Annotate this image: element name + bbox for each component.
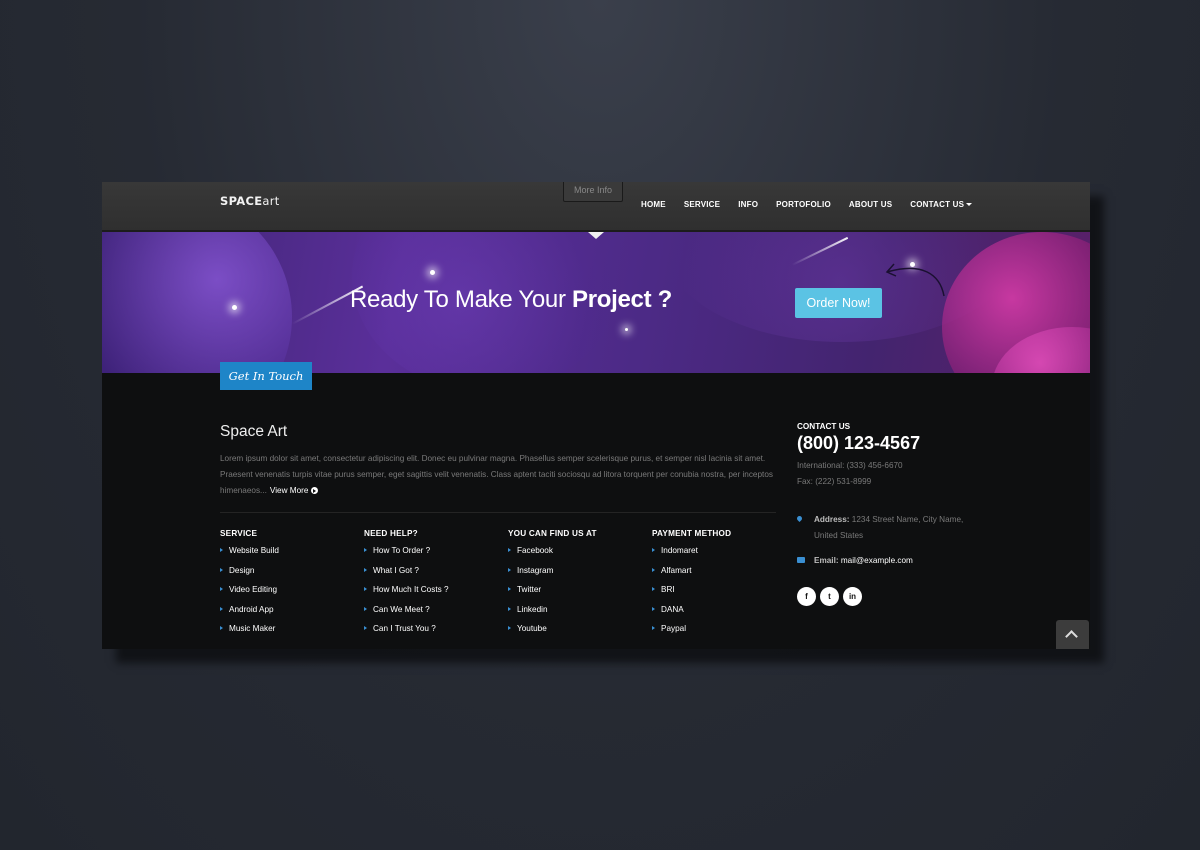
list-item[interactable]: Design bbox=[220, 566, 360, 586]
footer-column-service: SERVICE Website Build Design Video Editi… bbox=[220, 529, 360, 644]
banner-title: Ready To Make Your Project ? bbox=[350, 286, 673, 313]
main-nav: HOME SERVICE INFO PORTOFOLIO ABOUT US CO… bbox=[641, 200, 990, 209]
footer-column-need-help: NEED HELP? How To Order ? What I Got ? H… bbox=[364, 529, 504, 644]
nav-service[interactable]: SERVICE bbox=[684, 200, 720, 209]
caret-right-icon bbox=[364, 626, 367, 631]
email-label: Email: bbox=[814, 556, 839, 565]
list-item[interactable]: What I Got ? bbox=[364, 566, 504, 586]
list-item[interactable]: DANA bbox=[652, 605, 792, 625]
contact-label: CONTACT US bbox=[797, 422, 851, 431]
dropdown-notch bbox=[588, 232, 604, 239]
caret-right-icon bbox=[364, 606, 367, 611]
list-item[interactable]: Can I Trust You ? bbox=[364, 624, 504, 644]
caret-right-icon bbox=[508, 587, 511, 592]
linkedin-icon[interactable]: in bbox=[843, 587, 862, 606]
footer-column-find-us: YOU CAN FIND US AT Facebook Instagram Tw… bbox=[508, 529, 648, 644]
star-decoration bbox=[232, 305, 237, 310]
caret-right-icon bbox=[364, 548, 367, 552]
email-link[interactable]: mail@example.com bbox=[841, 556, 913, 565]
caret-right-icon bbox=[508, 606, 511, 611]
hero-banner: Ready To Make Your Project ? Order Now! bbox=[102, 232, 1090, 373]
caret-right-icon bbox=[652, 587, 655, 592]
international-phone: International: (333) 456-6670 bbox=[797, 461, 903, 470]
list-item[interactable]: Alfamart bbox=[652, 566, 792, 586]
divider bbox=[220, 512, 776, 513]
caret-right-icon bbox=[508, 626, 511, 631]
social-icons: f t in bbox=[797, 587, 862, 606]
view-more-label: View More bbox=[269, 486, 309, 495]
list-item[interactable]: Music Maker bbox=[220, 624, 360, 644]
fax-number: Fax: (222) 531-8999 bbox=[797, 477, 872, 486]
twitter-icon[interactable]: t bbox=[820, 587, 839, 606]
list-item[interactable]: Website Build bbox=[220, 546, 360, 566]
facebook-icon[interactable]: f bbox=[797, 587, 816, 606]
top-navbar: SPACEart More Info HOME SERVICE INFO POR… bbox=[102, 182, 1090, 232]
caret-right-icon bbox=[652, 606, 655, 611]
about-text: Lorem ipsum dolor sit amet, consectetur … bbox=[220, 454, 773, 495]
list-item[interactable]: Youtube bbox=[508, 624, 648, 644]
list-item[interactable]: Indomaret bbox=[652, 546, 792, 566]
list-item[interactable]: Video Editing bbox=[220, 585, 360, 605]
nav-contact-us-label: CONTACT US bbox=[910, 200, 965, 209]
caret-right-icon bbox=[220, 606, 223, 611]
column-title: PAYMENT METHOD bbox=[652, 529, 732, 538]
caret-right-icon bbox=[364, 587, 367, 592]
caret-right-icon bbox=[508, 548, 511, 552]
star-decoration bbox=[625, 328, 628, 331]
caret-right-icon bbox=[220, 567, 223, 572]
caret-right-icon bbox=[652, 567, 655, 572]
caret-right-icon bbox=[652, 626, 655, 631]
nav-info[interactable]: INFO bbox=[738, 200, 758, 209]
browser-frame: SPACEart More Info HOME SERVICE INFO POR… bbox=[102, 182, 1090, 649]
address-label: Address: bbox=[814, 515, 850, 524]
arrow-right-icon bbox=[310, 487, 318, 495]
nav-contact-us[interactable]: CONTACT US bbox=[910, 200, 973, 209]
list-item[interactable]: Linkedin bbox=[508, 605, 648, 625]
nav-home[interactable]: HOME bbox=[641, 200, 666, 209]
list-item[interactable]: Facebook bbox=[508, 546, 648, 566]
banner-sphere bbox=[102, 232, 292, 373]
caret-right-icon bbox=[508, 567, 511, 572]
get-in-touch-button[interactable]: Get In Touch bbox=[220, 362, 312, 390]
caret-right-icon bbox=[364, 567, 367, 572]
list-item[interactable]: Can We Meet ? bbox=[364, 605, 504, 625]
list-item[interactable]: How Much It Costs ? bbox=[364, 585, 504, 605]
list-item[interactable]: Android App bbox=[220, 605, 360, 625]
caret-right-icon bbox=[652, 548, 655, 552]
list-item[interactable]: BRI bbox=[652, 585, 792, 605]
nav-about-us[interactable]: ABOUT US bbox=[849, 200, 892, 209]
column-title: NEED HELP? bbox=[364, 529, 418, 538]
more-info-tab[interactable]: More Info bbox=[563, 182, 623, 202]
email-row: Email: mail@example.com bbox=[797, 553, 913, 569]
star-decoration bbox=[430, 270, 435, 275]
contact-phone[interactable]: (800) 123-4567 bbox=[797, 433, 997, 454]
caret-right-icon bbox=[220, 548, 223, 552]
site-logo[interactable]: SPACEart bbox=[220, 194, 280, 208]
address-line2: United States bbox=[814, 531, 864, 540]
caret-right-icon bbox=[220, 587, 223, 592]
order-now-button[interactable]: Order Now! bbox=[795, 288, 882, 318]
list-item[interactable]: Paypal bbox=[652, 624, 792, 644]
contact-block: CONTACT US (800) 123-4567 International:… bbox=[797, 422, 997, 490]
map-marker-icon bbox=[795, 514, 804, 523]
column-title: SERVICE bbox=[220, 529, 258, 538]
address-line1: 1234 Street Name, City Name, bbox=[851, 515, 964, 524]
scroll-to-top-button[interactable] bbox=[1056, 620, 1089, 649]
view-more-link[interactable]: View More bbox=[270, 486, 318, 495]
nav-portofolio[interactable]: PORTOFOLIO bbox=[776, 200, 831, 209]
list-item[interactable]: Instagram bbox=[508, 566, 648, 586]
column-title: YOU CAN FIND US AT bbox=[508, 529, 597, 538]
about-title: Space Art bbox=[220, 423, 288, 440]
list-item[interactable]: How To Order ? bbox=[364, 546, 504, 566]
footer-column-payment: PAYMENT METHOD Indomaret Alfamart BRI DA… bbox=[652, 529, 792, 644]
list-item[interactable]: Twitter bbox=[508, 585, 648, 605]
caret-right-icon bbox=[220, 626, 223, 631]
envelope-icon bbox=[797, 557, 805, 563]
caret-down-icon bbox=[966, 203, 973, 207]
address-row: Address: 1234 Street Name, City Name, Un… bbox=[795, 512, 964, 544]
curved-arrow-icon bbox=[885, 263, 945, 297]
